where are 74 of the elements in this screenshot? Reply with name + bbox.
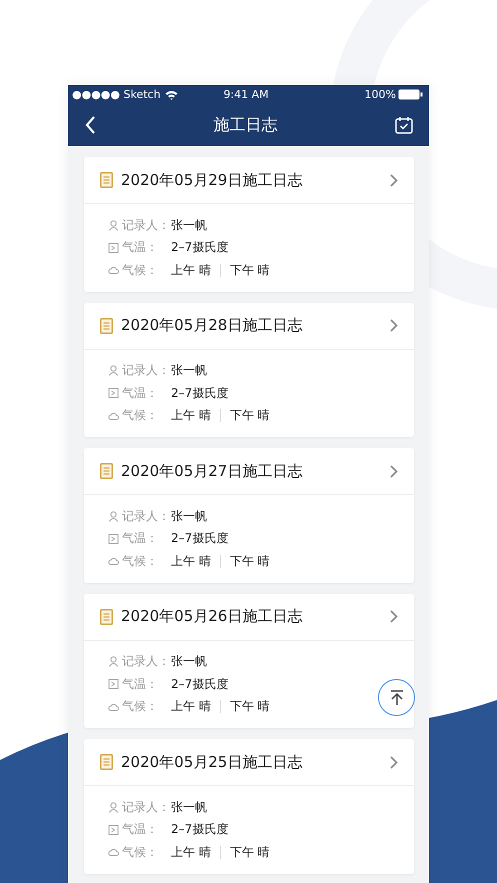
log-title: 2020年05月25日施工日志: [121, 752, 304, 772]
chevron-right-icon: [390, 610, 398, 623]
wifi-icon: [164, 90, 178, 100]
chevron-right-icon: [390, 756, 398, 768]
field-label: 气候：: [122, 262, 159, 279]
log-card[interactable]: 2020年05月26日施工日志 记录人：张一帆 气温： 2–7摄氏度 气候： 上午 晴 下午 晴: [84, 594, 414, 728]
log-title: 2020年05月27日施工日志: [121, 462, 304, 480]
temperature-value: 2–7摄氏度: [171, 384, 228, 402]
field-label: 记录人：: [122, 362, 171, 380]
page-title: 施工日志: [214, 114, 278, 136]
morning-weather: 上午 晴: [171, 552, 211, 570]
log-title: 2020年05月26日施工日志: [121, 607, 304, 626]
carrier-text: ●●●●● Sketch: [72, 88, 161, 101]
field-label: 气候：: [122, 844, 159, 861]
log-card[interactable]: 2020年05月29日施工日志 记录人：张一帆 气温： 2–7摄氏度 气候： 上午 晴 下午 晴: [84, 157, 414, 292]
field-label: 记录人：: [122, 798, 171, 816]
log-title: 2020年05月28日施工日志: [121, 316, 304, 335]
document-icon: [100, 172, 113, 188]
chevron-right-icon: [390, 174, 398, 186]
field-label: 气温：: [122, 239, 159, 256]
field-label: 气候：: [122, 552, 159, 570]
field-label: 气候：: [122, 698, 159, 716]
document-icon: [100, 608, 113, 624]
document-icon: [100, 754, 113, 770]
cloud-icon: [108, 557, 119, 566]
afternoon-weather: 下午 晴: [230, 844, 270, 861]
log-card[interactable]: 2020年05月25日施工日志 记录人：张一帆 气温： 2–7摄氏度 气候： 上午 晴 下午 晴: [84, 739, 414, 874]
log-card[interactable]: 2020年05月27日施工日志 记录人：张一帆 气温： 2–7摄氏度 气候： 上午 晴 下午 晴: [84, 448, 414, 582]
recorder-name: 张一帆: [171, 508, 207, 525]
field-label: 记录人：: [122, 653, 171, 670]
battery-text: 100%: [364, 88, 396, 101]
field-label: 气温：: [122, 676, 159, 693]
cloud-icon: [108, 702, 119, 711]
battery-icon: [398, 89, 423, 100]
field-label: 记录人：: [122, 508, 171, 525]
chevron-right-icon: [390, 319, 398, 332]
field-label: 记录人：: [122, 216, 171, 234]
cloud-icon: [108, 412, 119, 420]
back-icon[interactable]: [85, 116, 96, 134]
temperature-value: 2–7摄氏度: [171, 676, 228, 693]
arrow-up-icon: [390, 690, 404, 706]
morning-weather: 上午 晴: [171, 698, 211, 716]
log-title: 2020年05月29日施工日志: [121, 170, 304, 190]
field-label: 气温：: [122, 384, 159, 402]
afternoon-weather: 下午 晴: [230, 262, 270, 279]
field-label: 气温：: [122, 821, 159, 838]
temperature-value: 2–7摄氏度: [171, 239, 228, 256]
recorder-name: 张一帆: [171, 798, 207, 816]
calendar-check-icon[interactable]: [395, 116, 413, 134]
temperature-value: 2–7摄氏度: [171, 530, 228, 548]
afternoon-weather: 下午 晴: [230, 698, 270, 716]
person-icon: [108, 365, 119, 376]
person-icon: [108, 510, 119, 522]
chevron-right-icon: [390, 464, 398, 478]
document-icon: [100, 463, 113, 479]
cloud-icon: [108, 848, 119, 856]
field-label: 气温：: [122, 530, 159, 548]
recorder-name: 张一帆: [171, 216, 207, 234]
afternoon-weather: 下午 晴: [230, 552, 270, 570]
recorder-name: 张一帆: [171, 362, 207, 380]
person-icon: [108, 802, 119, 813]
cloud-icon: [108, 266, 119, 274]
afternoon-weather: 下午 晴: [230, 407, 270, 424]
field-label: 气候：: [122, 407, 159, 424]
person-icon: [108, 656, 119, 668]
morning-weather: 上午 晴: [171, 844, 211, 861]
temperature-value: 2–7摄氏度: [171, 821, 228, 838]
morning-weather: 上午 晴: [171, 407, 211, 424]
log-card[interactable]: 2020年05月28日施工日志 记录人：张一帆 气温： 2–7摄氏度 气候： 上午 晴 下午 晴: [84, 302, 414, 437]
person-icon: [108, 220, 119, 231]
morning-weather: 上午 晴: [171, 262, 211, 279]
document-icon: [100, 318, 113, 334]
recorder-name: 张一帆: [171, 653, 207, 670]
time-text: 9:41 AM: [222, 88, 270, 101]
